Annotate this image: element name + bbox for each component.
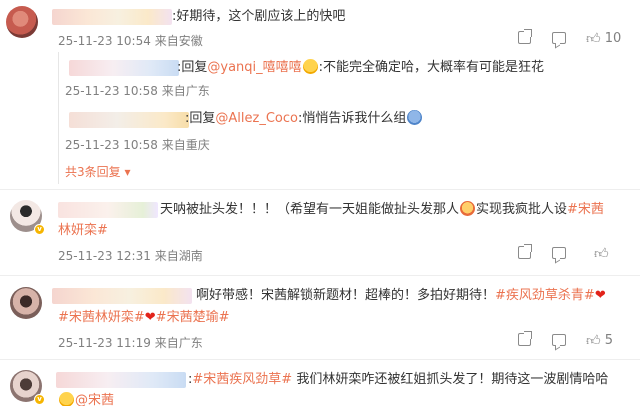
laugh-emoji-icon xyxy=(59,392,74,406)
like-button[interactable]: 👍︎ 10 xyxy=(586,30,621,47)
topic-link[interactable]: #宋茜林妍栾# xyxy=(58,310,145,325)
reply-meta: 25-11-23 10:58 来自重庆 xyxy=(65,138,210,152)
like-count: 10 xyxy=(604,31,622,46)
like-button[interactable]: 👍︎ 5 xyxy=(586,332,613,349)
topic-link[interactable]: #宋茜疾风劲草# xyxy=(192,372,292,387)
sly-emoji-icon xyxy=(407,110,423,125)
like-button[interactable]: 👍︎ xyxy=(594,245,609,262)
username-redacted[interactable] xyxy=(69,112,189,128)
share-button[interactable] xyxy=(518,244,532,261)
divider xyxy=(0,189,640,190)
divider xyxy=(0,275,640,276)
mention-link[interactable]: @宋茜 xyxy=(75,393,114,406)
replies-thread: :回复@yanqi_嘻嘻嘻:不能完全确定哈，大概率有可能是狂花 25-11-23… xyxy=(58,52,640,184)
thumbs-up-icon: 👍︎ xyxy=(586,333,601,349)
thumbs-up-icon: 👍︎ xyxy=(586,31,601,47)
like-count: 5 xyxy=(604,333,614,348)
comment-text: 天呐被扯头发！！！（希望有一天姐能做扯头发那人 实现我疯批人设#宋茜 xyxy=(160,201,604,217)
reply-text: :回复@yanqi_嘻嘻嘻:不能完全确定哈，大概率有可能是狂花 xyxy=(177,59,545,75)
mention-link[interactable]: @yanqi_嘻嘻嘻 xyxy=(207,60,301,75)
comment-text-line2: @宋茜 xyxy=(58,392,114,406)
comment-button[interactable] xyxy=(552,31,566,46)
comment-button[interactable] xyxy=(552,333,566,348)
topic-link[interactable]: #疾风劲草杀青# xyxy=(495,288,595,303)
verified-badge-icon: v xyxy=(34,224,45,235)
username-redacted[interactable] xyxy=(52,9,172,25)
view-replies-link[interactable]: 共3条回复 ▾ xyxy=(65,163,131,180)
avatar[interactable] xyxy=(10,287,42,319)
share-icon xyxy=(518,244,532,259)
comment-text: :#宋茜疾风劲草# 我们林妍栾咋还被红姐抓头发了！期待这一波剧情哈哈 xyxy=(188,372,609,387)
comment-button[interactable] xyxy=(552,246,566,261)
username-redacted[interactable] xyxy=(52,288,192,304)
comment-text-line2: 林妍栾# xyxy=(58,222,108,240)
comment-text: 啊好带感！宋茜解锁新题材！超棒的！多拍好期待！#疾风劲草杀青#❤ xyxy=(196,288,606,303)
reply-meta: 25-11-23 10:58 来自广东 xyxy=(65,84,210,98)
divider xyxy=(0,359,640,360)
username-redacted[interactable] xyxy=(69,60,179,76)
comment-icon xyxy=(552,334,566,346)
comment-meta: 25-11-23 12:31 来自湖南 xyxy=(58,249,203,263)
topic-link[interactable]: 林妍栾# xyxy=(58,223,108,238)
verified-badge-icon: v xyxy=(34,394,45,405)
comment-text-line2: #宋茜林妍栾#❤#宋茜楚瑜# xyxy=(58,309,230,327)
comment-meta: 25-11-23 10:54 来自安徽 xyxy=(58,34,203,48)
avatar[interactable] xyxy=(6,6,38,38)
comment-icon xyxy=(552,32,566,44)
comment-icon xyxy=(552,247,566,259)
username-redacted[interactable] xyxy=(58,202,158,218)
share-icon xyxy=(518,29,532,44)
heart-icon: ❤ xyxy=(594,288,606,303)
username-redacted[interactable] xyxy=(56,372,186,388)
laugh-emoji-icon xyxy=(302,59,318,74)
topic-link[interactable]: #宋茜 xyxy=(567,202,604,217)
comment-text: :好期待，这个剧应该上的快吧 xyxy=(172,9,346,24)
share-button[interactable] xyxy=(518,331,532,348)
heart-icon: ❤ xyxy=(144,310,156,325)
thumbs-up-icon: 👍︎ xyxy=(594,246,609,262)
reply-text: :回复@Allez_Coco:悄悄告诉我什么组 xyxy=(185,110,423,128)
topic-link[interactable]: #宋茜楚瑜# xyxy=(156,310,230,325)
comment-meta: 25-11-23 11:19 来自广东 xyxy=(58,336,203,350)
fire-emoji-icon xyxy=(460,201,476,216)
mention-link[interactable]: @Allez_Coco xyxy=(215,111,298,126)
share-button[interactable] xyxy=(518,29,532,46)
share-icon xyxy=(518,331,532,346)
caret-down-icon: ▾ xyxy=(124,165,131,179)
